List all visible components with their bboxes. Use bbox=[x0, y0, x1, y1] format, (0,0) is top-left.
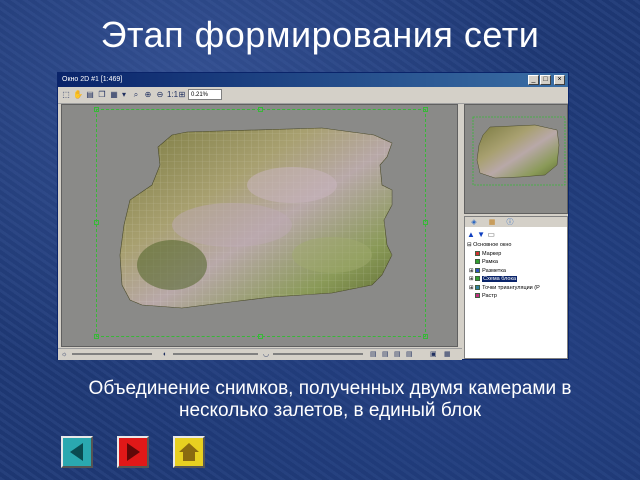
overview-panel[interactable] bbox=[464, 104, 568, 214]
arrow-up-icon[interactable]: ▲ bbox=[467, 230, 475, 239]
zoom-input[interactable]: 0.21% bbox=[188, 89, 222, 100]
raster-icon bbox=[475, 293, 480, 299]
layer-tree: ⊟ Основное окно Маркер Рамка ⊞ Разметка … bbox=[467, 241, 567, 301]
tree-item-marker[interactable]: Маркер bbox=[467, 250, 567, 259]
hand-icon[interactable]: ✋ bbox=[73, 89, 83, 100]
arrow-right-icon bbox=[127, 443, 140, 461]
brightness-slider[interactable] bbox=[72, 353, 152, 355]
triangulation-icon bbox=[475, 284, 481, 290]
tree-item-root[interactable]: ⊟ Основное окно bbox=[467, 241, 567, 250]
copy-icon[interactable]: ❐ bbox=[97, 89, 107, 100]
grid-tab-icon[interactable]: ▦ bbox=[485, 218, 499, 227]
marker-icon bbox=[475, 250, 480, 256]
nav-prev-icon[interactable]: ▤ bbox=[382, 350, 389, 359]
selection-handle[interactable] bbox=[94, 334, 99, 339]
layers-tab-icon[interactable]: ◈ bbox=[467, 218, 481, 227]
dropdown-icon[interactable]: ▾ bbox=[119, 89, 129, 100]
zoom-out-icon[interactable]: ⊖ bbox=[155, 89, 165, 100]
gamma-slider[interactable] bbox=[273, 353, 363, 355]
arrow-down-icon[interactable]: ▼ bbox=[477, 230, 485, 239]
info-tab-icon[interactable]: ⓘ bbox=[503, 218, 517, 227]
tree-item-markup[interactable]: ⊞ Разметка bbox=[467, 267, 567, 276]
minimize-icon[interactable]: _ bbox=[528, 75, 539, 85]
tree-item-raster[interactable]: Растр bbox=[467, 292, 567, 301]
contrast-icon: ◐ bbox=[163, 351, 168, 358]
tree-item-frame[interactable]: Рамка bbox=[467, 258, 567, 267]
zoom-in-icon[interactable]: ⊕ bbox=[143, 89, 153, 100]
fit-icon[interactable]: ⊞ bbox=[177, 89, 187, 100]
home-icon bbox=[179, 443, 199, 461]
layers-icon[interactable]: ▦ bbox=[109, 89, 119, 100]
block-selection-frame[interactable] bbox=[96, 109, 426, 337]
settings-icon[interactable]: ▣ bbox=[430, 350, 437, 359]
selection-handle[interactable] bbox=[258, 107, 263, 112]
selection-handle[interactable] bbox=[423, 220, 428, 225]
arrow-left-icon bbox=[70, 443, 83, 461]
map-canvas[interactable] bbox=[61, 104, 458, 347]
layer-panel: ◈ ▦ ⓘ ▲ ▼ ▭ ⊟ Основное окно Маркер Рамка… bbox=[464, 216, 568, 359]
close-icon[interactable]: × bbox=[554, 75, 565, 85]
nav-last-icon[interactable]: ▤ bbox=[406, 350, 413, 359]
selection-handle[interactable] bbox=[423, 334, 428, 339]
pointer-icon[interactable]: ⬚ bbox=[61, 89, 71, 100]
window-title: Окно 2D #1 [1:469] bbox=[62, 76, 123, 83]
selection-handle[interactable] bbox=[423, 107, 428, 112]
document-icon[interactable]: ▤ bbox=[85, 89, 95, 100]
forward-button[interactable] bbox=[117, 436, 149, 468]
tree-item-block-scheme[interactable]: ⊞ Схема блока bbox=[467, 275, 567, 284]
selection-handle[interactable] bbox=[94, 107, 99, 112]
brightness-icon: ☼ bbox=[61, 351, 68, 358]
slide-title: Этап формирования сети bbox=[100, 14, 540, 55]
back-button[interactable] bbox=[61, 436, 93, 468]
panel-arrows: ▲ ▼ ▭ bbox=[467, 230, 495, 239]
home-button[interactable] bbox=[173, 436, 205, 468]
overview-mosaic bbox=[472, 116, 566, 186]
status-bar: ☼ ◐ ◡ ▤ ▤ ▤ ▤ ▣ ▦ bbox=[58, 348, 462, 360]
scale-1-1-icon[interactable]: 1:1 bbox=[167, 89, 178, 100]
selection-handle[interactable] bbox=[258, 334, 263, 339]
app-window: Окно 2D #1 [1:469] _ □ × ⬚ ✋ ▤ ❐ ▦ ▾ ⌕ ⊕… bbox=[57, 72, 569, 360]
block-scheme-icon bbox=[475, 276, 481, 282]
view-icon[interactable]: ▦ bbox=[444, 350, 451, 359]
panel-tabs: ◈ ▦ ⓘ bbox=[465, 217, 567, 227]
toolbar: ⬚ ✋ ▤ ❐ ▦ ▾ ⌕ ⊕ ⊖ 1:1 ⊞ 0.21% bbox=[58, 87, 568, 104]
nav-first-icon[interactable]: ▤ bbox=[370, 350, 377, 359]
search-icon[interactable]: ⌕ bbox=[131, 89, 141, 100]
slide-caption: Объединение снимков, полученных двумя ка… bbox=[40, 378, 620, 422]
caption-line-1: Объединение снимков, полученных двумя ка… bbox=[88, 378, 572, 399]
caption-line-2: несколько залетов, в единый блок bbox=[178, 400, 482, 421]
selection-handle[interactable] bbox=[94, 220, 99, 225]
frame-icon bbox=[475, 259, 480, 265]
maximize-icon[interactable]: □ bbox=[540, 75, 551, 85]
markup-icon bbox=[475, 267, 481, 273]
new-layer-icon[interactable]: ▭ bbox=[487, 230, 495, 239]
nav-next-icon[interactable]: ▤ bbox=[394, 350, 401, 359]
gamma-icon: ◡ bbox=[263, 351, 270, 358]
window-titlebar[interactable]: Окно 2D #1 [1:469] _ □ × bbox=[58, 73, 568, 87]
contrast-slider[interactable] bbox=[173, 353, 258, 355]
tree-item-triangulation-points[interactable]: ⊞ Точки триангуляции (Р bbox=[467, 284, 567, 293]
